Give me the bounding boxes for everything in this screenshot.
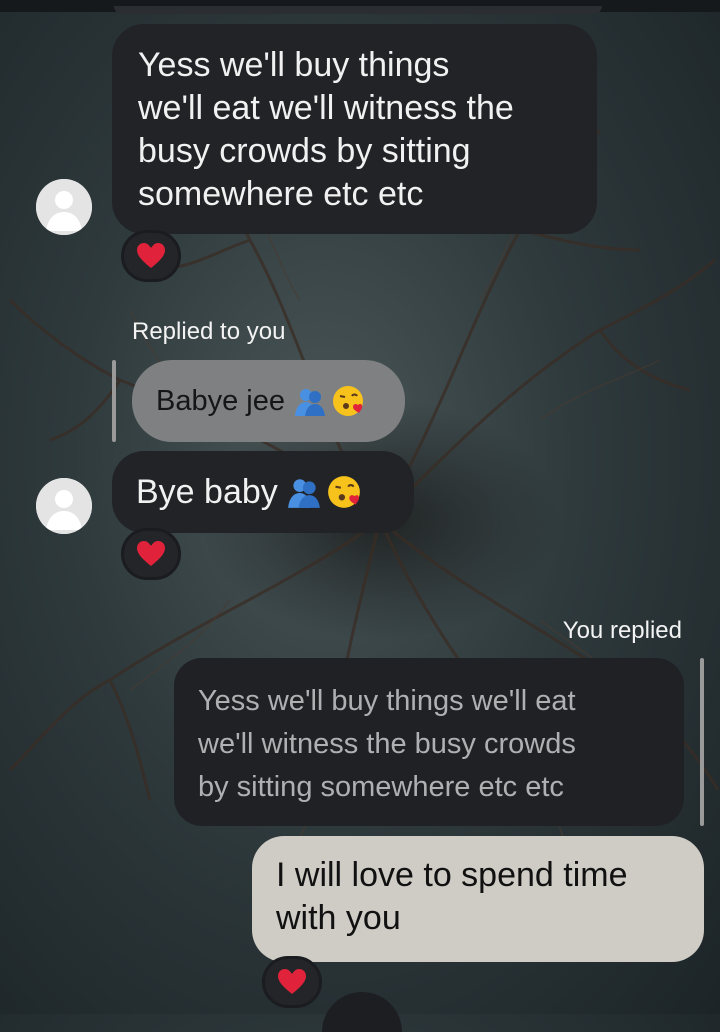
- heart-icon: [278, 969, 306, 994]
- sender-avatar[interactable]: [36, 478, 92, 534]
- message-reaction[interactable]: [262, 956, 322, 1008]
- kiss-emoji-icon: [326, 474, 362, 510]
- top-bar: [0, 0, 720, 14]
- couple-emoji-icon: [293, 384, 327, 418]
- quoted-message[interactable]: Babye jee: [132, 360, 405, 442]
- previous-bubble-edge: [114, 6, 602, 14]
- heart-icon: [137, 243, 165, 268]
- message-reaction[interactable]: [121, 528, 181, 580]
- quoted-message[interactable]: Yess we'll buy things we'll eat we'll wi…: [174, 658, 684, 826]
- heart-icon: [137, 541, 165, 566]
- quoted-message-text: Yess we'll buy things we'll eat we'll wi…: [198, 685, 576, 803]
- sender-avatar[interactable]: [36, 179, 92, 235]
- reply-label: You replied: [562, 617, 682, 644]
- message-bubble-incoming[interactable]: Yess we'll buy things we'll eat we'll wi…: [112, 24, 597, 234]
- message-text: Bye baby: [136, 472, 278, 511]
- message-bubble-outgoing[interactable]: I will love to spend time with you: [252, 836, 704, 962]
- message-bubble-incoming[interactable]: Bye baby: [112, 451, 414, 533]
- quote-bar: [700, 658, 704, 826]
- message-text: Yess we'll buy things we'll eat we'll wi…: [138, 46, 514, 213]
- message-reaction[interactable]: [121, 230, 181, 282]
- message-text: I will love to spend time with you: [276, 856, 628, 937]
- default-avatar-icon: [36, 179, 92, 235]
- reply-label: Replied to you: [132, 318, 286, 345]
- couple-emoji-icon: [286, 474, 322, 510]
- quoted-message-text: Babye jee: [156, 384, 285, 417]
- quote-bar: [112, 360, 116, 442]
- scroll-down-button[interactable]: [322, 992, 402, 1032]
- default-avatar-icon: [36, 478, 92, 534]
- kiss-emoji-icon: [331, 384, 365, 418]
